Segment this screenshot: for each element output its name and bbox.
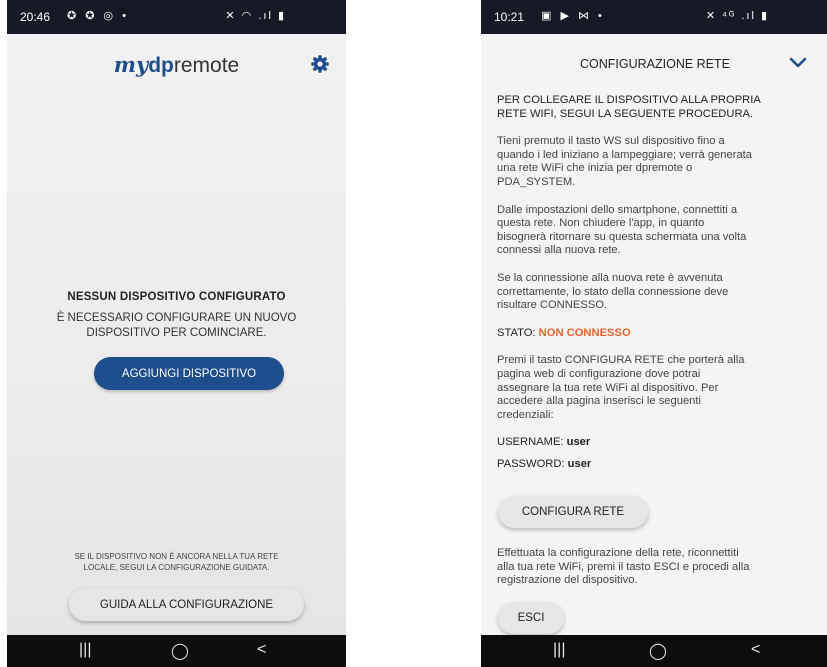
text-line: questa rete. Non chiudere l'app, in quan… <box>497 217 705 230</box>
instruction-step-5: Effettuata la configurazione della rete,… <box>497 547 817 588</box>
text-line: Se la connessione alla nuova rete è avve… <box>497 271 723 284</box>
empty-state-line: È NECESSARIO CONFIGURARE UN NUOVO <box>56 312 297 324</box>
logo-my: my <box>113 52 149 77</box>
chevron-down-icon[interactable] <box>789 57 807 69</box>
instruction-step-4: Premi il tasto CONFIGURA RETE che porter… <box>497 354 817 422</box>
recents-button[interactable]: ||| <box>553 641 565 659</box>
status-left-icons: ✪ ✪ ◎ • <box>67 10 130 22</box>
text-line: una rete WiFi che inizia per dpremote o <box>497 162 693 175</box>
text-line: Dalle impostazioni dello smartphone, con… <box>497 203 738 216</box>
text-line: Effettuata la configurazione della rete,… <box>497 547 739 559</box>
instructions: PER COLLEGARE IL DISPOSITIVO ALLA PROPRI… <box>497 94 817 479</box>
text-line: connessi alla nuova rete. <box>497 244 621 257</box>
add-device-button[interactable]: AGGIUNGI DISPOSITIVO <box>94 357 284 390</box>
text-line: credenziali: <box>497 408 554 421</box>
android-nav-bar: ||| ◯ < <box>7 635 346 667</box>
text-line: alla tua rete WiFi, premi il tasto ESCI … <box>497 560 750 573</box>
instruction-step-1: Tieni premuto il tasto WS sul dispositiv… <box>497 135 817 189</box>
text-line: bisognerà ritornare su questa schermata … <box>497 230 747 243</box>
guided-setup-hint: SE IL DISPOSITIVO NON È ANCORA NELLA TUA… <box>7 551 346 573</box>
status-left-icons: ▣ ▶ ⋈ • <box>541 10 605 22</box>
status-bar: 20:46 ✪ ✪ ◎ • ✕ ◠ .ıl ▮ <box>7 0 346 34</box>
logo-remote: remote <box>173 54 240 77</box>
status-label: STATO: <box>497 326 539 339</box>
text-line: Premi il tasto CONFIGURA RETE che porter… <box>497 354 745 367</box>
text-line: assegnare la tua rete WiFi al dispositiv… <box>497 381 719 394</box>
username-credential: USERNAME: user <box>497 436 817 450</box>
page-title: CONFIGURAZIONE RETE <box>579 57 730 71</box>
status-time: 10:21 <box>494 10 525 24</box>
android-nav-bar: ||| ◯ < <box>481 635 827 667</box>
intro-line: PER COLLEGARE IL DISPOSITIVO ALLA PROPRI… <box>497 94 761 106</box>
app-logo: mydpremote <box>7 52 346 78</box>
text-line: correttamente, lo stato della connession… <box>497 285 729 298</box>
instruction-step-3: Se la connessione alla nuova rete è avve… <box>497 272 817 313</box>
password-credential: PASSWORD: user <box>497 458 817 472</box>
empty-state-line: DISPOSITIVO PER COMINCIARE. <box>86 327 267 339</box>
status-badge: NON CONNESSO <box>538 326 631 339</box>
home-button[interactable]: ◯ <box>171 641 189 661</box>
logo-dp: dp <box>148 54 174 77</box>
text-line: pagina web di configurazione dove potrai <box>497 367 701 380</box>
text-line: PDA_SYSTEM. <box>497 175 576 188</box>
username-value: user <box>566 436 591 449</box>
home-button[interactable]: ◯ <box>649 641 667 661</box>
status-right-icons: ✕ ⁴ᴳ .ıl ▮ <box>705 10 769 22</box>
password-label: PASSWORD: <box>497 457 568 470</box>
status-right-icons: ✕ ◠ .ıl ▮ <box>225 10 286 22</box>
intro-text: PER COLLEGARE IL DISPOSITIVO ALLA PROPRI… <box>497 94 817 121</box>
intro-line: RETE WIFI, SEGUI LA SEGUENTE PROCEDURA. <box>497 107 754 120</box>
text-line: Tieni premuto il tasto WS sul dispositiv… <box>497 135 725 148</box>
instruction-step-2: Dalle impostazioni dello smartphone, con… <box>497 204 817 258</box>
text-line: accedere alla pagina inserisci le seguen… <box>497 395 701 408</box>
back-button[interactable]: < <box>257 641 266 659</box>
text-line: registrazione del dispositivo. <box>497 574 638 587</box>
username-label: USERNAME: <box>497 436 567 449</box>
empty-state-title: NESSUN DISPOSITIVO CONFIGURATO <box>67 291 286 303</box>
status-time: 20:46 <box>20 10 51 24</box>
connection-status: STATO: NON CONNESSO <box>497 327 817 341</box>
configure-network-button[interactable]: CONFIGURA RETE <box>498 496 648 528</box>
recents-button[interactable]: ||| <box>79 641 91 659</box>
phone-screen-home: 20:46 ✪ ✪ ◎ • ✕ ◠ .ıl ▮ mydpremote NESSU… <box>7 0 346 667</box>
text-line: quando i led iniziano a lampeggiare; ver… <box>497 148 752 161</box>
setup-guide-button[interactable]: GUIDA ALLA CONFIGURAZIONE <box>69 588 304 621</box>
phone-screen-network-config: 10:21 ▣ ▶ ⋈ • ✕ ⁴ᴳ .ıl ▮ CONFIGURAZIONE … <box>481 0 827 667</box>
back-button[interactable]: < <box>751 641 760 659</box>
status-bar: 10:21 ▣ ▶ ⋈ • ✕ ⁴ᴳ .ıl ▮ <box>481 0 827 34</box>
exit-button[interactable]: ESCI <box>498 602 564 634</box>
text-line: risultare CONNESSO. <box>497 299 608 312</box>
hint-line: LOCALE, SEGUI LA CONFIGURAZIONE GUIDATA. <box>83 563 270 572</box>
password-value: user <box>567 457 592 470</box>
empty-state-description: È NECESSARIO CONFIGURARE UN NUOVO DISPOS… <box>7 311 346 341</box>
gear-icon[interactable] <box>310 54 330 74</box>
hint-line: SE IL DISPOSITIVO NON È ANCORA NELLA TUA… <box>74 552 279 561</box>
